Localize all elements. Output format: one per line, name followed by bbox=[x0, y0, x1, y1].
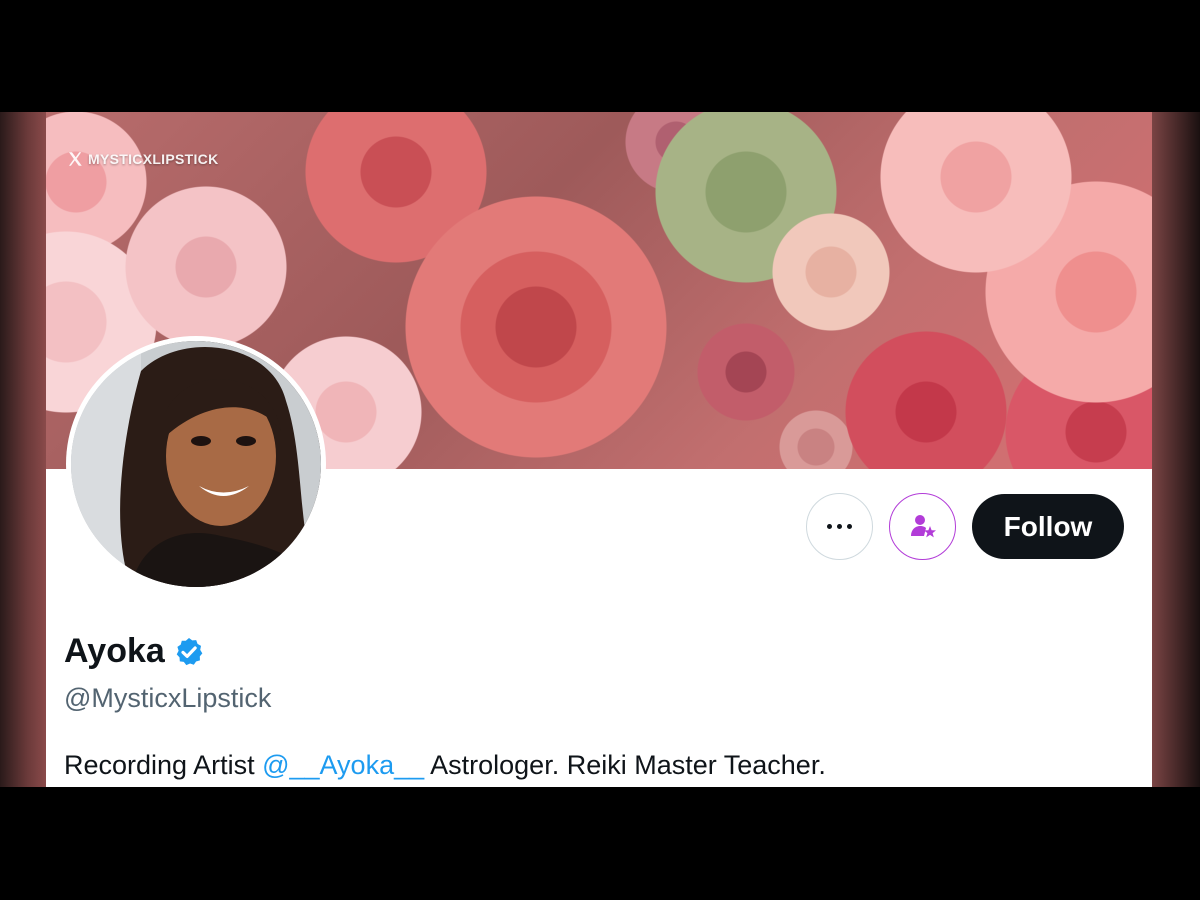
watermark-text: MYSTICXLIPSTICK bbox=[88, 151, 219, 167]
bio-text-suffix: Astrologer. Reiki Master Teacher. bbox=[424, 750, 826, 780]
subscribe-user-star-icon bbox=[910, 514, 936, 537]
profile-frame: MYSTICXLIPSTICK Follow Ayoka @MysticxLip… bbox=[46, 112, 1152, 787]
avatar[interactable] bbox=[66, 336, 326, 592]
display-name: Ayoka bbox=[64, 632, 165, 670]
user-handle: @MysticxLipstick bbox=[64, 683, 272, 713]
follow-button[interactable]: Follow bbox=[972, 494, 1124, 559]
verified-badge-icon[interactable] bbox=[173, 636, 205, 668]
bio-text-prefix: Recording Artist bbox=[64, 750, 263, 780]
video-blur-left bbox=[0, 112, 46, 787]
video-letterbox-bottom bbox=[0, 787, 1200, 900]
video-blur-right bbox=[1152, 112, 1200, 787]
subscribe-button[interactable] bbox=[889, 493, 956, 560]
profile-bio: Recording Artist @__Ayoka__ Astrologer. … bbox=[64, 750, 826, 781]
profile-actions: Follow bbox=[806, 493, 1124, 560]
x-logo-icon bbox=[69, 152, 82, 166]
name-row: Ayoka bbox=[64, 632, 205, 671]
video-letterbox-top bbox=[0, 0, 1200, 112]
bio-mention-link[interactable]: @__Ayoka__ bbox=[262, 750, 424, 780]
more-dots-icon bbox=[827, 524, 852, 529]
more-button[interactable] bbox=[806, 493, 873, 560]
avatar-photo bbox=[71, 341, 321, 587]
watermark: MYSTICXLIPSTICK bbox=[66, 150, 219, 168]
